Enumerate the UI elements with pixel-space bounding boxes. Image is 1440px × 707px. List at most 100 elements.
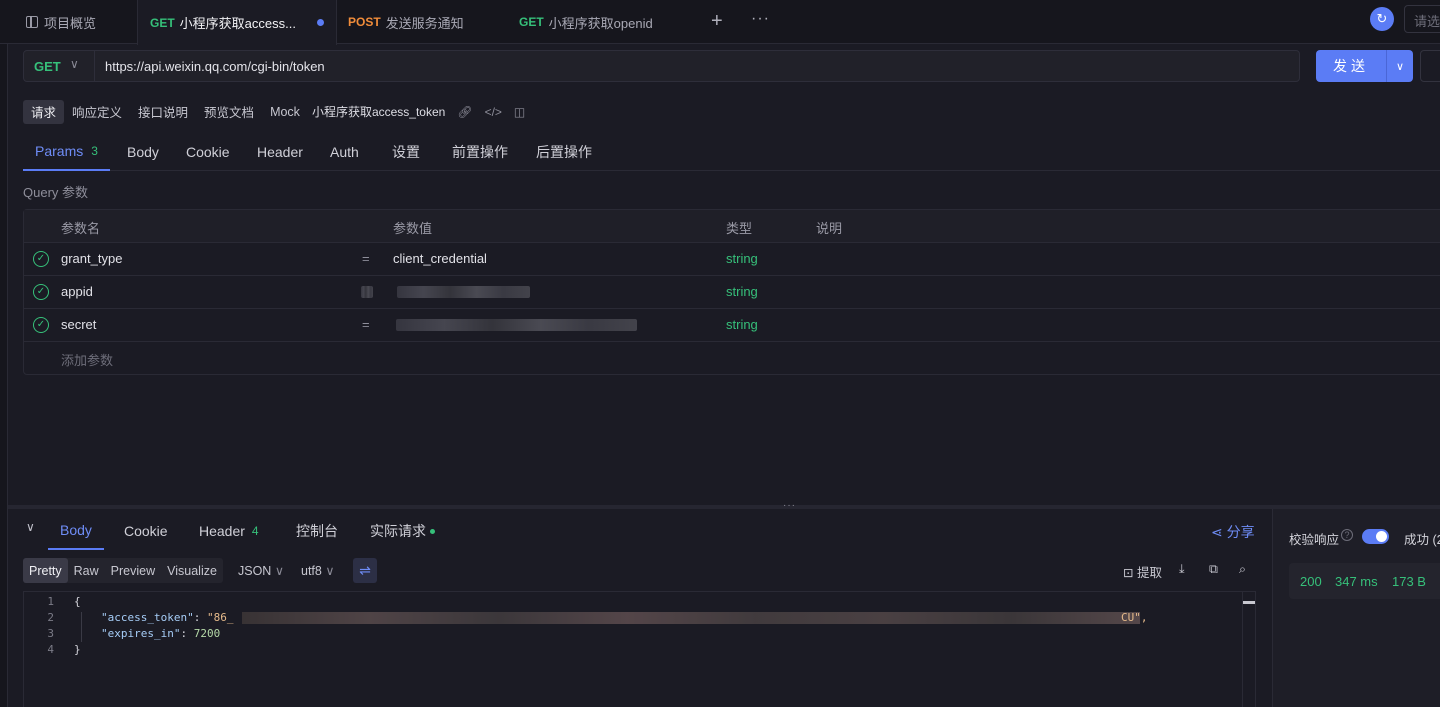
request-tabs: Params 3 Body Cookie Header Auth 设置 前置操作… [23,133,1440,171]
sync-icon[interactable]: ↻ [1370,7,1394,31]
tab-params[interactable]: Params 3 [23,133,110,171]
tab-project-overview[interactable]: 项目概览 [26,0,96,44]
resp-tab-header-label: Header [199,523,245,539]
subtab-request[interactable]: 请求 [23,99,65,124]
params-count-badge: 3 [91,144,98,158]
code-icon[interactable]: </> [485,105,502,119]
tab-auth[interactable]: Auth [330,133,359,171]
url-input[interactable]: https://api.weixin.qq.com/cgi-bin/token [105,59,325,74]
subtab-mock[interactable]: Mock [262,100,308,124]
environment-select[interactable]: 请选 [1404,5,1440,33]
format-pretty[interactable]: Pretty [23,558,68,583]
add-param-input[interactable]: 添加参数 [61,350,113,369]
format-visualize[interactable]: Visualize [161,558,223,583]
resp-tab-console[interactable]: 控制台 [296,512,338,550]
param-value[interactable]: client_credential [393,251,487,266]
subtab-api-description[interactable]: 接口说明 [130,100,196,124]
send-button[interactable]: 发送 [1316,50,1386,82]
indent-guide [81,612,82,642]
code-line: "access_token": "86_ [101,611,234,624]
link-icon[interactable]: 🔗︎ [457,105,472,119]
tab-get-access-token[interactable]: GET 小程序获取access... [137,0,337,45]
extract-label: 提取 [1136,566,1162,580]
panel-splitter[interactable] [8,505,1440,509]
validate-toggle[interactable] [1362,529,1389,544]
collapse-chevron-icon[interactable]: ∨ [26,520,35,534]
check-circle-icon[interactable]: ✓ [33,317,49,333]
resp-tab-header[interactable]: Header 4 [199,512,259,550]
chevron-down-icon: ∨ [325,564,335,578]
tab-get-openid[interactable]: GET 小程序获取openid [519,0,653,44]
search-icon[interactable]: ⌕ [1239,562,1246,577]
send-options-chevron-icon[interactable]: ∨ [1386,50,1413,82]
resp-tab-cookie[interactable]: Cookie [124,512,168,550]
help-icon[interactable]: ? [1341,529,1353,541]
tab-label: 小程序获取access... [179,16,296,31]
more-tabs-icon[interactable]: ··· [751,10,770,28]
api-name[interactable]: 小程序获取access_token [312,103,445,120]
col-param-name: 参数名 [61,221,101,236]
word-wrap-icon[interactable]: ⇌ [353,558,377,583]
tab-header[interactable]: Header [257,133,303,171]
table-row: ✓ secret = string [24,309,1440,342]
save-button[interactable] [1420,50,1440,82]
tab-post-operations[interactable]: 后置操作 [536,133,592,171]
method-select[interactable]: GET [34,59,61,74]
resp-tab-actual-request[interactable]: 实际请求 [370,512,435,550]
subtab-preview-doc[interactable]: 预览文档 [196,100,262,124]
format-select[interactable]: JSON ∨ [238,563,284,578]
subtab-response-definition[interactable]: 响应定义 [64,100,130,124]
param-name[interactable]: appid [61,284,93,299]
param-type[interactable]: string [726,284,758,299]
extract-button[interactable]: ⊡ 提取 [1123,562,1162,581]
json-key: "access_token" [101,611,194,624]
drag-handle-icon[interactable]: ··· [783,500,796,511]
share-icon: ⋖ [1211,524,1223,540]
response-time: 347 ms [1335,574,1378,589]
share-button[interactable]: ⋖ 分享 [1211,522,1255,542]
param-name[interactable]: secret [61,317,96,332]
format-raw[interactable]: Raw [68,558,105,583]
tab-settings[interactable]: 设置 [392,133,420,171]
table-header: 参数名 参数值 类型 说明 [24,210,1440,243]
tab-pre-operations[interactable]: 前置操作 [452,133,508,171]
response-size: 173 B [1392,574,1426,589]
tab-post-send-notification[interactable]: POST 发送服务通知 [348,0,464,44]
table-row: ✓ grant_type = client_credential string [24,243,1440,276]
validation-result[interactable]: 成功 (2 [1404,529,1440,548]
tab-cookie[interactable]: Cookie [186,133,230,171]
chevron-down-icon[interactable]: ∨ [70,57,79,71]
encoding-select[interactable]: utf8 ∨ [301,563,335,578]
format-preview[interactable]: Preview [105,558,161,583]
check-circle-icon[interactable]: ✓ [33,251,49,267]
encoding-select-value: utf8 [301,564,322,578]
copy-icon[interactable]: ⧉ [1209,562,1218,577]
param-type[interactable]: string [726,317,758,332]
panel-icon[interactable]: ◫ [514,105,525,119]
tab-body[interactable]: Body [127,133,159,171]
divider [94,51,95,81]
share-label: 分享 [1226,524,1255,540]
line-number: 1 [47,595,54,608]
redacted-token [242,612,1140,624]
overview-icon [26,16,38,28]
tab-overview-label: 项目概览 [44,15,97,31]
line-number: 4 [47,643,54,656]
resp-tab-actual-label: 实际请求 [370,523,426,539]
download-icon[interactable]: ⤓ [1179,562,1185,577]
code-line: "expires_in": 7200 [101,627,221,640]
query-params-label: Query 参数 [23,185,89,200]
redacted-value[interactable] [396,319,637,331]
scrollbar-thumb[interactable] [1243,601,1255,604]
add-tab-icon[interactable]: + [711,11,723,31]
param-type[interactable]: string [726,251,758,266]
status-dot-icon [430,528,435,534]
resp-tab-body[interactable]: Body [48,512,104,550]
redacted-value[interactable] [397,286,530,298]
vertical-scrollbar[interactable] [1242,591,1256,707]
col-type: 类型 [726,221,753,236]
check-circle-icon[interactable]: ✓ [33,284,49,300]
param-name[interactable]: grant_type [61,251,122,266]
response-code-editor[interactable]: 1 2 3 4 { "access_token": "86_ CU", "exp… [23,591,1256,707]
equals-sign: = [362,317,370,332]
